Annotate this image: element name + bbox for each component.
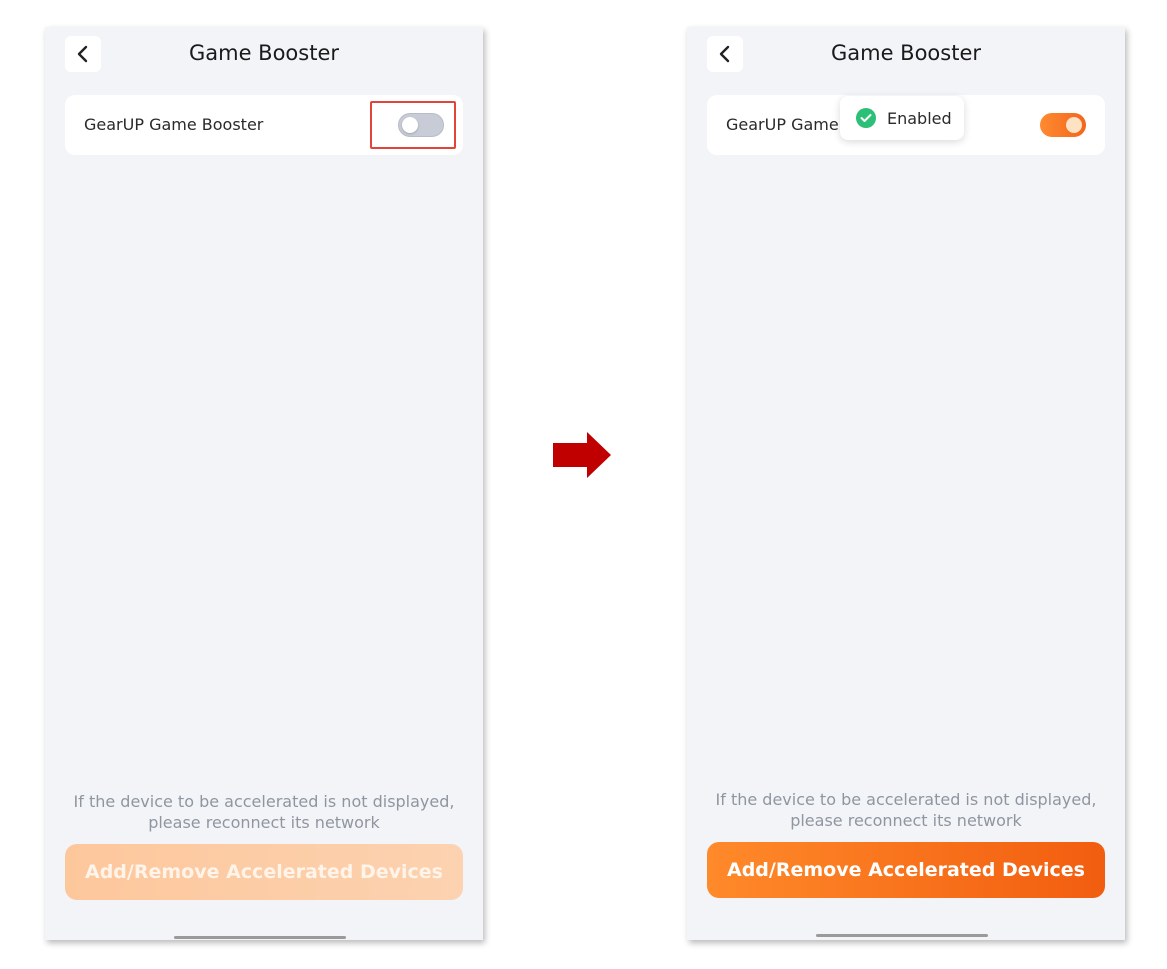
hint-line-1: If the device to be accelerated is not d… (73, 792, 455, 811)
hint-line-2: please reconnect its network (790, 811, 1022, 830)
add-remove-devices-button[interactable]: Add/Remove Accelerated Devices (707, 842, 1105, 898)
check-circle-icon (856, 108, 876, 128)
hint-line-1: If the device to be accelerated is not d… (715, 790, 1097, 809)
reconnect-hint: If the device to be accelerated is not d… (55, 791, 473, 833)
phone-screen-before: Game Booster GearUP Game Booster If the … (45, 27, 483, 940)
enabled-toast: Enabled (840, 96, 964, 140)
page-title: Game Booster (188, 41, 340, 65)
home-indicator (174, 936, 346, 939)
add-remove-devices-button[interactable]: Add/Remove Accelerated Devices (65, 844, 463, 900)
booster-toggle[interactable] (1040, 113, 1086, 137)
booster-label: GearUP Game Booster (84, 115, 264, 134)
hint-line-2: please reconnect its network (148, 813, 380, 832)
toast-text: Enabled (887, 109, 952, 128)
toggle-highlight-box (370, 101, 456, 149)
right-arrow-icon (553, 432, 611, 478)
page-title: Game Booster (830, 41, 982, 65)
home-indicator (816, 934, 988, 937)
booster-label: GearUP Game (726, 115, 839, 134)
toggle-knob (1066, 117, 1082, 133)
reconnect-hint: If the device to be accelerated is not d… (697, 789, 1115, 831)
phone-screen-after: Game Booster GearUP Game Enabled If the … (687, 27, 1125, 940)
